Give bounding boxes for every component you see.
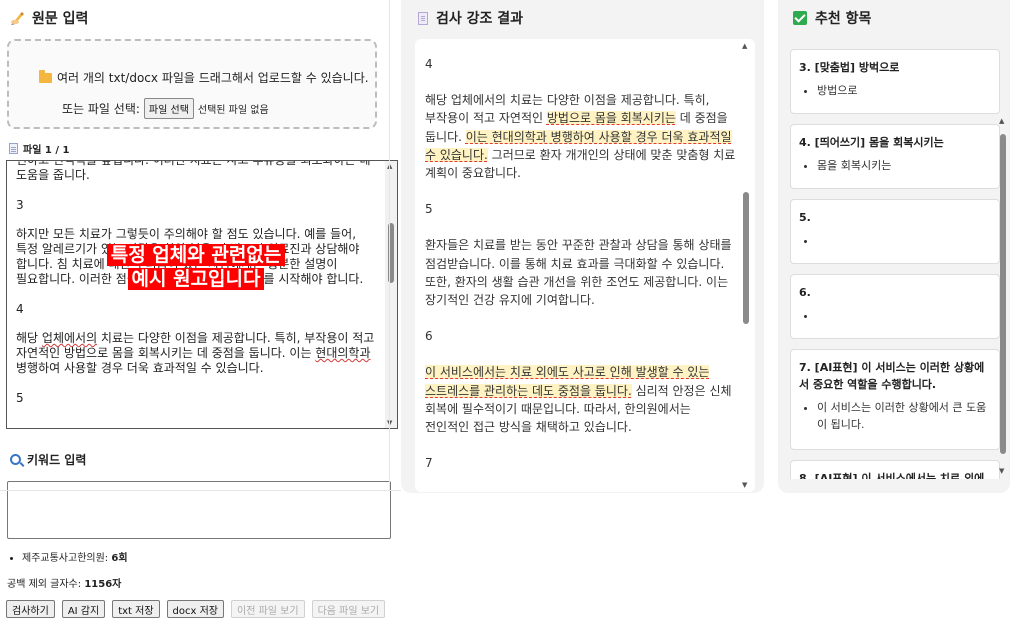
original-input-panel: 원문 입력 여러 개의 txt/docx 파일을 드래그해서 업로드할 수 있습… (0, 0, 398, 623)
keyword-count-list: 제주교통사고한의원: 6회 (22, 549, 128, 564)
original-input-title: 원문 입력 (10, 8, 88, 28)
editor-paragraph: 해당 업체에서의 치료는 다양한 이점을 제공합니다. 특히, 부작용이 적고 … (16, 331, 375, 375)
document-icon (418, 11, 428, 25)
editor-paragraph: 선하고 면역력을 높입니다. 이러한 치료는 사고 후유증을 최소화하는 데 도… (16, 160, 371, 182)
recommendation-card[interactable]: 3. [맞춤법] 방벅으로 방법으로 (790, 49, 1000, 114)
recommendation-card-title: 7. [AI표현] 이 서비스는 이러한 상황에서 중요한 역할을 수행합니다. (799, 361, 985, 391)
next-file-button[interactable]: 다음 파일 보기 (311, 600, 386, 618)
recommendation-card[interactable]: 7. [AI표현] 이 서비스는 이러한 상황에서 중요한 역할을 수행합니다.… (790, 349, 1000, 450)
spellcheck-mark: 업체에서의 (41, 331, 98, 345)
recommendation-list[interactable]: 3. [맞춤법] 방벅으로 방법으로 4. [띄어쓰기] 몸을 회복시키는 몸을… (790, 39, 1000, 479)
ai-detect-button[interactable]: AI 감지 (61, 600, 106, 618)
save-txt-button[interactable]: txt 저장 (112, 600, 160, 618)
recommendation-card[interactable]: 6. (790, 274, 1000, 339)
recommendation-scroll-thumb[interactable] (1000, 134, 1006, 454)
keyword-name: 제주교통사고한의원: (22, 553, 109, 564)
result-scroll-thumb[interactable] (743, 192, 749, 324)
result-scroll-area[interactable]: 4 해당 업체에서의 치료는 다양한 이점을 제공합니다. 특히, 부작용이 적… (415, 39, 755, 492)
keyword-input-title: 키워드 입력 (10, 451, 86, 468)
original-text-editor[interactable]: 선하고 면역력을 높입니다. 이러한 치료는 사고 후유증을 최소화하는 데 도… (6, 160, 398, 429)
keyword-input-label: 키워드 입력 (27, 453, 87, 467)
save-docx-button[interactable]: docx 저장 (166, 600, 224, 618)
file-counter-text: 파일 1 / 1 (23, 145, 70, 156)
document-icon (9, 143, 18, 154)
writing-hand-icon (10, 10, 26, 26)
column-divider (389, 0, 390, 490)
recommendation-card-title: 4. [띄어쓰기] 몸을 회복시키는 (799, 136, 944, 149)
keyword-count: 6회 (111, 553, 128, 564)
result-paragraph-number: 7 (425, 456, 433, 471)
result-paragraph-number: 6 (425, 329, 433, 344)
action-buttons: 검사하기 AI 감지 txt 저장 docx 저장 이전 파일 보기 다음 파일… (6, 600, 386, 618)
result-content: 4 해당 업체에서의 치료는 다양한 이점을 제공합니다. 특히, 부작용이 적… (425, 55, 737, 490)
recommendation-suggestion (817, 232, 991, 249)
recommendation-label: 추천 항목 (815, 11, 872, 27)
editor-paragraph: 하지만 모든 치료가 그렇듯이 주의해야 할 점도 있습니다. 예를 들어, 특… (16, 227, 364, 286)
scroll-up-arrow-icon[interactable]: ▲ (999, 117, 1004, 125)
dropzone-instruction: 여러 개의 txt/docx 파일을 드래그해서 업로드할 수 있습니다. (39, 69, 369, 86)
recommendation-suggestion (817, 307, 991, 324)
file-dropzone[interactable]: 여러 개의 txt/docx 파일을 드래그해서 업로드할 수 있습니다. 또는… (7, 39, 377, 129)
file-select-label: 또는 파일 선택: (62, 102, 140, 116)
result-paragraph-number: 4 (425, 57, 433, 71)
recommendation-suggestion: 방법으로 (817, 82, 991, 99)
editor-scrollbar[interactable]: ▲ ▼ (385, 161, 397, 428)
file-counter: 파일 1 / 1 (9, 141, 69, 156)
dropzone-text: 여러 개의 txt/docx 파일을 드래그해서 업로드할 수 있습니다. (57, 71, 369, 85)
file-none-text: 선택된 파일 없음 (197, 105, 269, 116)
result-paragraph: 해당 업체에서의 치료는 다양한 이점을 제공합니다. 특히, 부작용이 적고 … (425, 91, 737, 182)
section-divider (0, 490, 401, 491)
editor-paragraph-number: 5 (16, 391, 24, 405)
highlight-result-panel: 검사 강조 결과 4 해당 업체에서의 치료는 다양한 이점을 제공합니다. 특… (401, 0, 764, 493)
editor-paragraph-number: 4 (16, 302, 24, 316)
file-select-row: 또는 파일 선택: 파일 선택 선택된 파일 없음 (62, 98, 269, 119)
recommendation-title: 추천 항목 (793, 8, 871, 28)
recommendation-panel: 추천 항목 3. [맞춤법] 방벅으로 방법으로 4. [띄어쓰기] 몸을 회복… (778, 0, 1010, 493)
scroll-up-arrow-icon[interactable]: ▲ (742, 42, 747, 50)
recommendation-scrollbar[interactable]: ▲ ▼ (998, 39, 1008, 479)
recommendation-suggestion: 몸을 회복시키는 (817, 157, 991, 174)
highlight-result-title: 검사 강조 결과 (418, 8, 523, 28)
recommendation-card-title: 6. (799, 286, 811, 299)
recommendation-card-title: 5. (799, 211, 811, 224)
recommendation-suggestion: 이 서비스는 이러한 상황에서 큰 도움이 됩니다. (817, 399, 991, 433)
result-paragraph: 환자들은 치료를 받는 동안 꾸준한 관찰과 상담을 통해 상태를 점검받습니다… (425, 238, 732, 308)
editor-content: 선하고 면역력을 높입니다. 이러한 치료는 사고 후유증을 최소화하는 데 도… (16, 160, 380, 420)
scroll-down-arrow-icon[interactable]: ▼ (742, 481, 747, 489)
prev-file-button[interactable]: 이전 파일 보기 (231, 600, 305, 618)
file-select-button[interactable]: 파일 선택 (143, 98, 194, 119)
spellcheck-mark: 현대의학과 (315, 346, 371, 360)
recommendation-card-title: 8. [AI표현] 이 서비스에서는 치료 외에 (799, 472, 985, 479)
recommendation-card[interactable]: 4. [띄어쓰기] 몸을 회복시키는 몸을 회복시키는 (790, 124, 1000, 189)
scroll-down-arrow-icon[interactable]: ▼ (999, 467, 1004, 475)
check-button[interactable]: 검사하기 (6, 600, 55, 618)
recommendation-card-title: 3. [맞춤법] 방벅으로 (799, 61, 900, 74)
recommendation-card[interactable]: 8. [AI표현] 이 서비스에서는 치료 외에 (790, 460, 1000, 479)
editor-paragraph-number: 3 (16, 198, 24, 212)
char-count-label: 공백 제외 글자수: (7, 579, 82, 590)
result-paragraph: 이 서비스에서는 치료 외에도 사고로 인해 발생할 수 있는 스트레스를 관리… (425, 363, 737, 436)
char-count: 공백 제외 글자수: 1156자 (7, 575, 121, 590)
char-count-value: 1156자 (84, 579, 122, 590)
result-scrollbar[interactable]: ▲ ▼ (741, 39, 751, 492)
keyword-count-item: 제주교통사고한의원: 6회 (22, 549, 128, 564)
recommendation-card[interactable]: 5. (790, 199, 1000, 264)
folder-icon (39, 69, 52, 83)
highlight-result-label: 검사 강조 결과 (436, 11, 524, 27)
check-box-icon (793, 11, 807, 25)
highlighted-phrase: 방법으로 몸을 회복시키는 (546, 111, 676, 126)
original-input-label: 원문 입력 (32, 11, 89, 27)
result-paragraph-number: 5 (425, 202, 433, 217)
magnifier-icon (10, 454, 21, 465)
